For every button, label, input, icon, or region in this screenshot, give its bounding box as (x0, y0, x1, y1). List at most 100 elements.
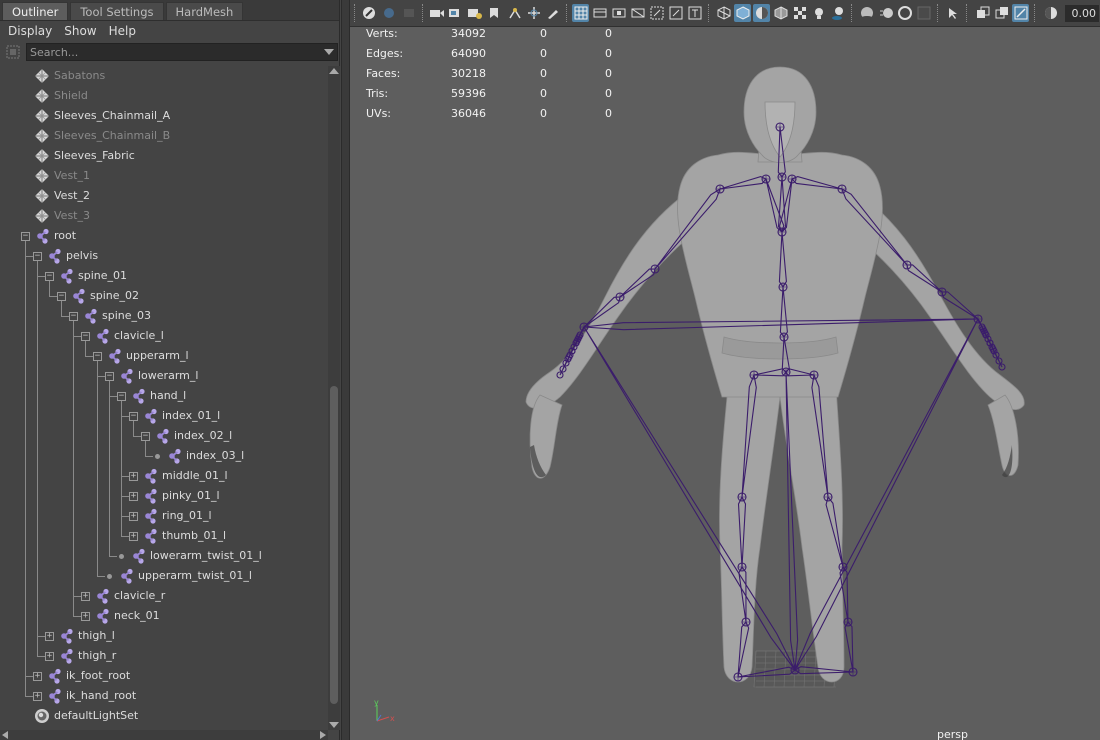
collapse-icon[interactable]: − (81, 332, 90, 341)
outliner-item-vest-3[interactable]: Vest_3 (0, 206, 328, 226)
scroll-down-icon[interactable] (329, 722, 339, 728)
scroll-right-icon[interactable] (320, 731, 326, 739)
expand-icon[interactable]: + (45, 632, 54, 641)
outliner-item-index-01-l[interactable]: − index_01_l (0, 406, 328, 426)
outliner-item-upperarm-l[interactable]: − upperarm_l (0, 346, 328, 366)
collapse-icon[interactable]: − (33, 252, 42, 261)
outliner-item-vest-1[interactable]: Vest_1 (0, 166, 328, 186)
2d-pan-zoom-icon[interactable] (466, 4, 483, 22)
collapse-icon[interactable]: − (57, 292, 66, 301)
outliner-item-sabatons[interactable]: Sabatons (0, 66, 328, 86)
outliner-item-ik-hand-root[interactable]: + ik_hand_root (0, 686, 328, 706)
collapse-icon[interactable]: − (129, 412, 138, 421)
ambient-occlusion-icon[interactable] (858, 4, 875, 22)
outliner-item-pinky-01-l[interactable]: + pinky_01_l (0, 486, 328, 506)
bookmark-icon[interactable] (400, 4, 417, 22)
exposure-value-field[interactable]: 0.00 (1065, 5, 1099, 22)
tab-hardmesh[interactable]: HardMesh (165, 2, 244, 20)
character-scene[interactable] (350, 27, 1100, 740)
outliner-item-spine-01[interactable]: − spine_01 (0, 266, 328, 286)
outliner-item-thigh-l[interactable]: + thigh_l (0, 626, 328, 646)
menu-help[interactable]: Help (103, 21, 142, 41)
expand-icon[interactable]: + (81, 592, 90, 601)
expand-icon[interactable]: + (45, 652, 54, 661)
outliner-horizontal-scrollbar[interactable] (0, 730, 328, 740)
outliner-item-spine-02[interactable]: − spine_02 (0, 286, 328, 306)
expand-icon[interactable]: + (81, 612, 90, 621)
xray-icon[interactable] (974, 4, 991, 22)
outliner-item-upperarm-twist-01-l[interactable]: upperarm_twist_01_l (0, 566, 328, 586)
scrollbar-thumb[interactable] (330, 386, 338, 704)
expand-icon[interactable]: + (33, 692, 42, 701)
collapse-icon[interactable]: − (21, 232, 30, 241)
expand-icon[interactable]: + (129, 472, 138, 481)
menu-show[interactable]: Show (58, 21, 102, 41)
safe-title-icon[interactable] (686, 4, 703, 22)
xray-active-components-icon[interactable] (993, 4, 1010, 22)
collapse-icon[interactable]: − (45, 272, 54, 281)
select-camera-icon[interactable] (360, 4, 377, 22)
outliner-item-index-02-l[interactable]: − index_02_l (0, 426, 328, 446)
outliner-item-clavicle-r[interactable]: + clavicle_r (0, 586, 328, 606)
menu-display[interactable]: Display (2, 21, 58, 41)
lights-icon[interactable] (810, 4, 827, 22)
search-dropdown-icon[interactable] (324, 49, 334, 55)
outliner-item-lowerarm-l[interactable]: − lowerarm_l (0, 366, 328, 386)
expand-icon[interactable]: + (129, 492, 138, 501)
outliner-item-sleeves-fabric[interactable]: Sleeves_Fabric (0, 146, 328, 166)
isolate-select-icon[interactable] (944, 4, 961, 22)
outliner-item-defaultlightset[interactable]: defaultLightSet (0, 706, 328, 726)
filter-icon[interactable] (4, 43, 22, 61)
camera-attributes-icon[interactable] (428, 4, 445, 22)
expand-icon[interactable]: + (129, 532, 138, 541)
move-tool-icon[interactable] (525, 4, 542, 22)
outliner-item-ik-foot-root[interactable]: + ik_foot_root (0, 666, 328, 686)
grid-icon[interactable] (572, 4, 589, 22)
motion-blur-icon[interactable] (877, 4, 894, 22)
wireframe-on-shaded-icon[interactable] (772, 4, 789, 22)
outliner-item-sleeves-chainmail-a[interactable]: Sleeves_Chainmail_A (0, 106, 328, 126)
gate-mask-icon[interactable] (629, 4, 646, 22)
panel-splitter[interactable] (341, 0, 350, 740)
search-input[interactable] (27, 44, 337, 60)
outliner-item-ring-01-l[interactable]: + ring_01_l (0, 506, 328, 526)
smooth-shade-icon[interactable] (734, 4, 751, 22)
collapse-icon[interactable]: − (93, 352, 102, 361)
outliner-item-hand-l[interactable]: − hand_l (0, 386, 328, 406)
outliner-item-root[interactable]: − root (0, 226, 328, 246)
outliner-item-index-03-l[interactable]: index_03_l (0, 446, 328, 466)
outliner-item-lowerarm-twist-01-l[interactable]: lowerarm_twist_01_l (0, 546, 328, 566)
field-chart-icon[interactable] (648, 4, 665, 22)
lock-camera-icon[interactable] (380, 4, 397, 22)
sculpt-icon[interactable] (544, 4, 561, 22)
wireframe-icon[interactable] (715, 4, 732, 22)
use-default-material-icon[interactable] (753, 4, 770, 22)
outliner-item-thumb-01-l[interactable]: + thumb_01_l (0, 526, 328, 546)
outliner-item-vest-2[interactable]: Vest_2 (0, 186, 328, 206)
textured-icon[interactable] (791, 4, 808, 22)
exposure-icon[interactable] (1042, 4, 1059, 22)
collapse-icon[interactable]: − (141, 432, 150, 441)
outliner-item-pelvis[interactable]: − pelvis (0, 246, 328, 266)
image-plane-icon[interactable] (447, 4, 464, 22)
depth-of-field-icon[interactable] (915, 4, 932, 22)
outliner-item-spine-03[interactable]: − spine_03 (0, 306, 328, 326)
3d-viewport[interactable]: Verts: 34092 0 0 Edges: 64090 0 0 Faces: 30218 0 0 T… (350, 27, 1100, 740)
collapse-icon[interactable]: − (105, 372, 114, 381)
shadows-icon[interactable] (829, 4, 846, 22)
outliner-item-middle-01-l[interactable]: + middle_01_l (0, 466, 328, 486)
expand-icon[interactable]: + (33, 672, 42, 681)
film-gate-icon[interactable] (591, 4, 608, 22)
outliner-item-sleeves-chainmail-b[interactable]: Sleeves_Chainmail_B (0, 126, 328, 146)
outliner-vertical-scrollbar[interactable] (328, 66, 340, 730)
scroll-left-icon[interactable] (2, 731, 8, 739)
outliner-item-shield[interactable]: Shield (0, 86, 328, 106)
search-field[interactable] (26, 43, 338, 61)
snap-icon[interactable] (506, 4, 523, 22)
tab-outliner[interactable]: Outliner (2, 2, 69, 20)
grease-pencil-icon[interactable] (485, 4, 502, 22)
outliner-item-clavicle-l[interactable]: − clavicle_l (0, 326, 328, 346)
safe-action-icon[interactable] (667, 4, 684, 22)
toolbar-grip[interactable] (354, 4, 356, 22)
tab-tool-settings[interactable]: Tool Settings (70, 2, 164, 20)
